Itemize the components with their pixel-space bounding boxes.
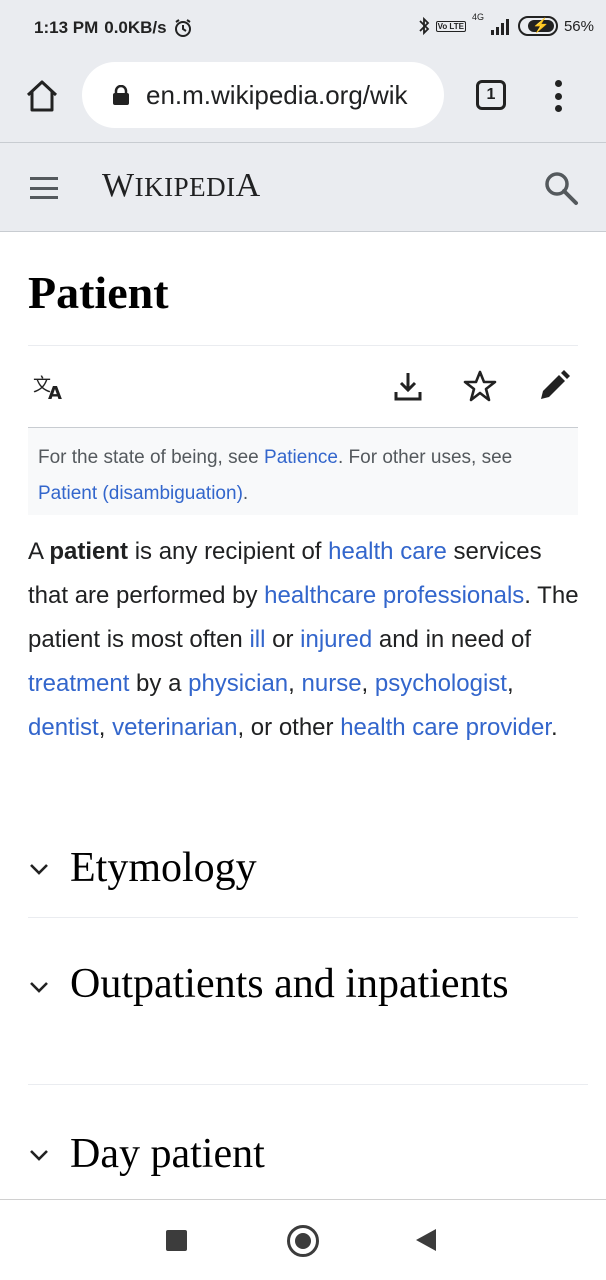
svg-text:A: A [48,383,62,401]
section-title: Outpatients and inpatients [70,961,509,1007]
section-title: Etymology [70,845,257,891]
link-health-care[interactable]: health care [328,538,447,565]
wikipedia-logo[interactable]: WIKIPEDIA [102,167,261,205]
search-icon[interactable] [542,169,580,207]
term-patient: patient [49,538,129,565]
link-psychologist[interactable]: psychologist [375,670,507,697]
chevron-down-icon [30,982,48,993]
lock-icon [112,84,130,105]
link-physician[interactable]: physician [188,670,288,697]
tab-switcher-button[interactable]: 1 [476,80,506,110]
back-icon[interactable] [416,1229,436,1251]
link-patience[interactable]: Patience [264,447,338,468]
status-net-speed: 0.0KB/s [104,18,167,37]
recents-icon[interactable] [166,1230,187,1251]
section-day-patient[interactable]: Day patient [28,1126,578,1186]
alarm-icon [174,19,191,37]
link-nurse[interactable]: nurse [302,670,362,697]
chevron-down-icon [30,1150,48,1161]
link-veterinarian[interactable]: veterinarian [112,714,237,741]
battery-level: 56% [563,17,594,35]
link-treatment[interactable]: treatment [28,670,129,697]
link-dentist[interactable]: dentist [28,714,99,741]
status-bar: 1:13 PM 0.0KB/s Vo LTE 4G ⚡ 56% [0,0,606,62]
download-icon[interactable] [390,368,426,404]
signal-icon [490,19,509,35]
url-text: en.m.wikipedia.org/wik [146,79,408,110]
bluetooth-icon [418,16,429,36]
home-button[interactable] [22,76,62,116]
hamburger-menu-icon[interactable] [30,177,58,199]
hatnote: For the state of being, see Patience. Fo… [28,427,578,515]
link-injured[interactable]: injured [300,626,372,653]
browser-toolbar: en.m.wikipedia.org/wik 1 [0,62,606,142]
address-bar[interactable]: en.m.wikipedia.org/wik [82,62,444,128]
link-healthcare-professionals[interactable]: healthcare professionals [264,582,524,609]
home-icon [26,80,58,112]
status-time: 1:13 PM [34,18,99,37]
section-title: Day patient [70,1131,265,1177]
home-nav-icon[interactable] [287,1225,319,1257]
volte-badge: Vo LTE [435,20,466,32]
link-ill[interactable]: ill [249,626,265,653]
page-actions: 文 A [28,362,578,412]
more-menu-icon[interactable] [548,76,568,116]
page-title: Patient [28,267,169,318]
language-icon[interactable]: 文 A [32,368,68,404]
lead-paragraph: A patient is any recipient of health car… [28,538,579,741]
battery-charging-icon: ⚡ [517,16,558,36]
section-outpatients-and-inpatients[interactable]: Outpatients and inpatients [28,956,588,1085]
link-health-care-provider[interactable]: health care provider [340,714,551,741]
wiki-header: WIKIPEDIA [0,142,606,232]
status-right: Vo LTE 4G ⚡ 56% [418,12,594,36]
edit-icon[interactable] [536,368,572,404]
star-icon[interactable] [462,368,498,404]
system-nav-bar [0,1199,606,1280]
section-etymology[interactable]: Etymology [28,836,578,918]
chevron-down-icon [30,864,48,875]
status-left: 1:13 PM 0.0KB/s [34,18,193,38]
network-type: 4G [471,12,484,22]
divider [28,345,578,346]
link-patient-disambiguation[interactable]: Patient (disambiguation) [38,483,243,504]
